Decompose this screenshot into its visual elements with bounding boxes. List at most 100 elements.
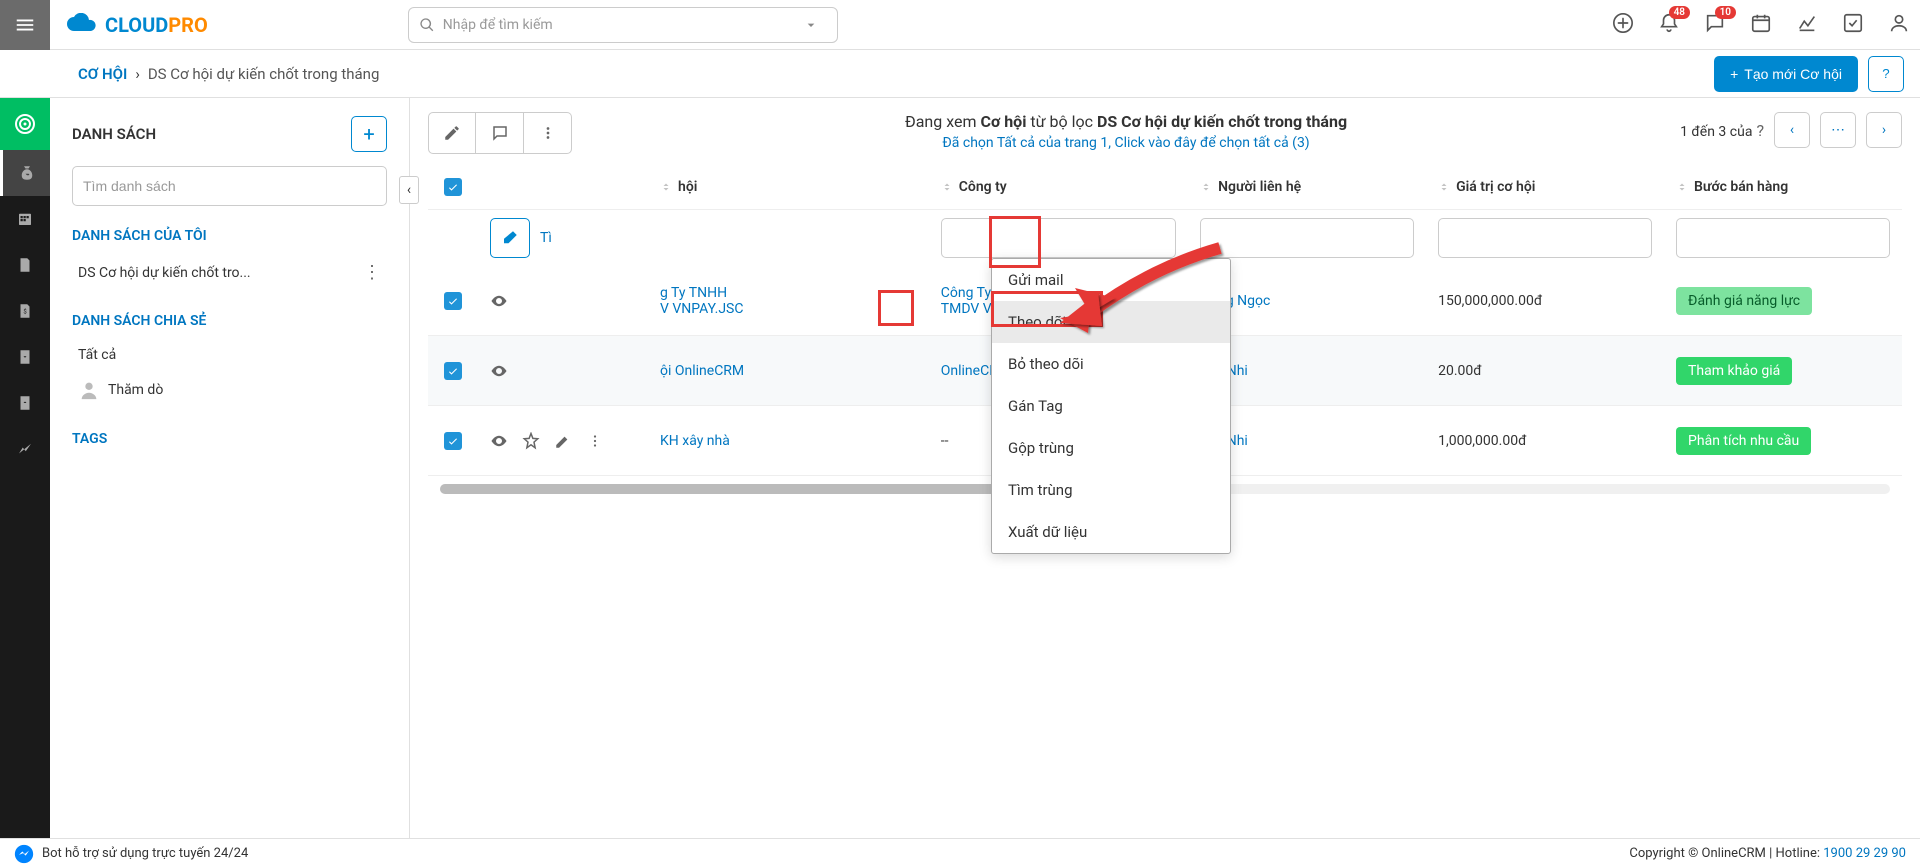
global-search[interactable]: Nhập để tìm kiếm [408,7,838,43]
filter-stage-input[interactable] [1676,218,1890,258]
breadcrumb-sep: › [135,65,140,83]
sort-icon [1438,181,1450,193]
comment-tool-button[interactable] [476,112,524,154]
top-header: CLOUDPRO Nhập để tìm kiếm 48 10 [0,0,1920,50]
logo[interactable]: CLOUDPRO [65,13,208,37]
sidebar-section-tags: TAGS [72,431,387,447]
search-icon [419,17,435,33]
more-tool-button[interactable] [524,112,572,154]
notifications-button[interactable]: 48 [1658,12,1680,38]
sort-icon [941,181,953,193]
sidebar-title: DANH SÁCH [72,125,156,143]
dropdown-send-mail[interactable]: Gửi mail [992,259,1230,301]
hamburger-menu[interactable] [0,0,50,50]
dropdown-export[interactable]: Xuất dữ liệu [992,511,1230,553]
dropdown-tag[interactable]: Gán Tag [992,385,1230,427]
checkbox-icon [1842,12,1864,34]
footer-bot-text: Bot hỗ trợ sử dụng trực tuyến 24/24 [42,846,248,861]
analytics-button[interactable] [1796,12,1818,38]
th-stage[interactable]: Bước bán hàng [1664,171,1902,203]
logo-text-cloud: CLOUD [105,13,168,37]
kebab-icon[interactable] [586,432,604,450]
eye-icon[interactable] [490,292,508,310]
calendar-icon [1750,12,1772,34]
rail-deals[interactable] [0,150,50,196]
rail-download[interactable] [0,334,50,380]
pencil-icon [443,124,461,142]
filter-company-input[interactable] [941,218,1176,258]
rail-report[interactable] [0,426,50,472]
rail-invoice[interactable]: $ [0,288,50,334]
row-value: 20.00đ [1426,355,1664,387]
breadcrumb-row: CƠ HỘI › DS Cơ hội dự kiến chốt trong th… [0,50,1920,98]
row-name[interactable]: ội OnlineCRM [660,363,744,379]
dropdown-follow[interactable]: Theo dõi [992,301,1230,343]
row-checkbox[interactable] [444,292,462,310]
row-value: 150,000,000.00đ [1426,285,1664,317]
rail-target[interactable] [0,98,50,150]
th-value[interactable]: Giá trị cơ hội [1426,171,1664,203]
add-list-button[interactable]: + [351,116,387,152]
profile-button[interactable] [1888,12,1910,38]
row-checkbox[interactable] [444,432,462,450]
th-contact[interactable]: Người liên hệ [1188,171,1426,203]
row-name[interactable]: KH xây nhà [660,433,730,449]
chart-icon [1796,12,1818,34]
row-stage: Tham khảo giá [1676,357,1792,385]
hamburger-icon [14,14,36,36]
filter-value-input[interactable] [1438,218,1652,258]
footer-hotline[interactable]: 1900 29 29 90 [1823,846,1906,861]
clear-filter-button[interactable] [490,218,530,258]
table-header: hội Công ty Người liên hệ Giá trị cơ hội… [428,164,1902,210]
tasks-button[interactable] [1842,12,1864,38]
filter-contact-input[interactable] [1200,218,1414,258]
sidebar-item-all[interactable]: Tất cả [72,339,387,371]
sidebar: DANH SÁCH + ‹ DANH SÁCH CỦA TÔI DS Cơ hộ… [50,98,410,838]
more-pages-button[interactable]: ⋯ [1820,112,1856,148]
page-info: 1 đến 3 của? [1680,121,1764,140]
th-name[interactable]: hội [648,171,929,203]
scrollbar-thumb[interactable] [440,484,1020,494]
calendar-button[interactable] [1750,12,1772,38]
star-icon[interactable] [522,432,540,450]
dropdown-merge[interactable]: Gộp trùng [992,427,1230,469]
prev-page-button[interactable]: ‹ [1774,112,1810,148]
view-description: Đang xem Cơ hội từ bộ lọc DS Cơ hội dự k… [572,112,1680,131]
more-icon[interactable]: ⋮ [363,262,381,283]
dropdown-unfollow[interactable]: Bỏ theo dõi [992,343,1230,385]
rail-upload[interactable] [0,380,50,426]
rail-calendar[interactable] [0,196,50,242]
pencil-icon[interactable] [554,432,572,450]
target-icon [13,112,37,136]
breadcrumb-root[interactable]: CƠ HỘI [78,65,127,83]
messages-button[interactable]: 10 [1704,12,1726,38]
th-company[interactable]: Công ty [929,171,1188,203]
sidebar-search-input[interactable] [72,166,387,206]
next-page-button[interactable]: › [1866,112,1902,148]
eye-icon[interactable] [490,362,508,380]
select-all-link[interactable]: Đã chọn Tất cả của trang 1, Click vào đâ… [572,135,1680,151]
sidebar-item-my-list[interactable]: DS Cơ hội dự kiến chốt tro... ⋮ [72,254,387,291]
help-button[interactable]: ? [1868,56,1904,92]
row-checkbox[interactable] [444,362,462,380]
sidebar-item-probe[interactable]: Thăm dò [72,371,387,409]
select-all-checkbox[interactable] [444,178,462,196]
row-name[interactable]: g Ty TNHHV VNPAY.JSC [660,285,743,317]
report-icon [16,440,34,458]
plus-icon: + [1730,66,1738,82]
messenger-icon[interactable] [14,844,34,864]
edit-tool-button[interactable] [428,112,476,154]
quick-add-button[interactable] [1612,12,1634,38]
rail-quotes[interactable] [0,242,50,288]
chevron-right-icon: › [1882,122,1886,138]
footer-hotline-label: Hotline: [1776,846,1820,861]
logo-text-pro: PRO [168,13,208,37]
content-area: Đang xem Cơ hội từ bộ lọc DS Cơ hội dự k… [410,98,1920,838]
dropdown-find-dup[interactable]: Tìm trùng [992,469,1230,511]
row-stage: Đánh giá năng lực [1676,287,1812,315]
filter-search-link[interactable]: Tì [540,230,552,246]
plus-icon: + [363,122,374,146]
eye-icon[interactable] [490,432,508,450]
eraser-icon [501,229,519,247]
create-button[interactable]: + Tạo mới Cơ hội [1714,56,1858,92]
